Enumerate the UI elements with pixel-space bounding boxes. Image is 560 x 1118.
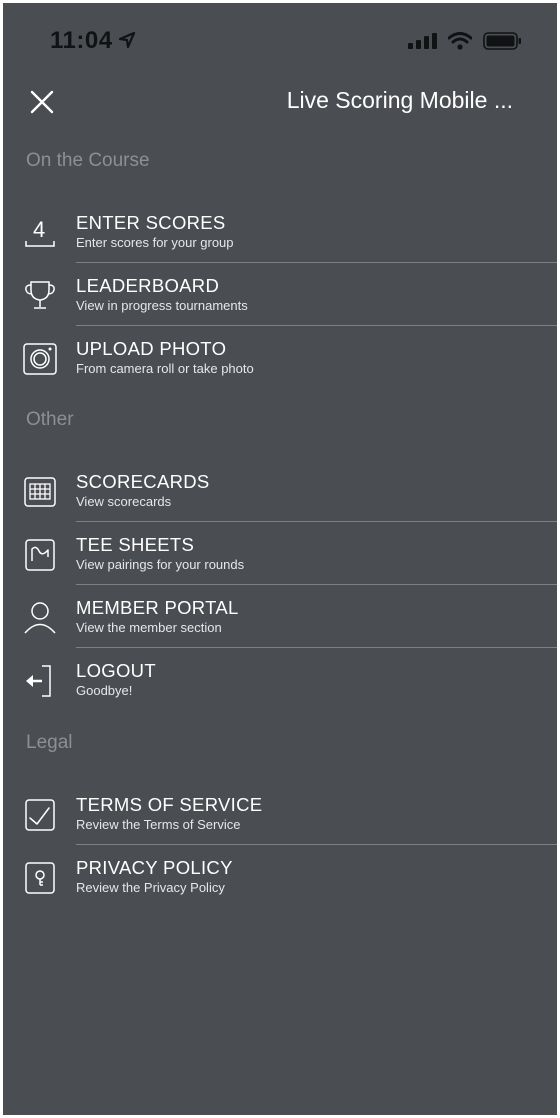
wifi-icon (447, 32, 473, 55)
section-header-on-the-course: On the Course (26, 150, 150, 171)
divider (76, 844, 557, 845)
menu-item-upload-photo[interactable]: UPLOAD PHOTO From camera roll or take ph… (3, 327, 557, 389)
divider (76, 521, 557, 522)
menu-item-subtitle: View pairings for your rounds (76, 557, 245, 572)
menu-item-title: SCORECARDS (76, 471, 210, 492)
close-icon (30, 90, 54, 114)
camera-icon (22, 341, 58, 377)
section-header-legal: Legal (26, 732, 73, 753)
page-title: Live Scoring Mobile ... (286, 87, 513, 113)
close-button[interactable] (25, 85, 59, 119)
terms-checkmark-icon (22, 797, 58, 833)
menu-item-logout[interactable]: LOGOUT Goodbye! (3, 649, 557, 711)
menu-item-member-portal[interactable]: MEMBER PORTAL View the member section (3, 586, 557, 648)
enter-scores-glyph: 4 (33, 217, 45, 242)
menu-item-title: LOGOUT (76, 660, 156, 681)
menu-item-subtitle: View scorecards (76, 494, 172, 509)
menu-item-enter-scores[interactable]: 4 ENTER SCORES Enter scores for your gro… (3, 201, 557, 263)
menu-item-subtitle: From camera roll or take photo (76, 361, 254, 376)
cellular-signal-icon (408, 33, 438, 54)
menu-item-leaderboard[interactable]: LEADERBOARD View in progress tournaments (3, 264, 557, 326)
section-header-other: Other (26, 409, 74, 430)
menu-item-title: PRIVACY POLICY (76, 857, 233, 878)
divider (76, 325, 557, 326)
location-arrow-icon (118, 31, 136, 54)
menu-item-subtitle: View in progress tournaments (76, 298, 248, 313)
privacy-lock-icon (22, 860, 58, 896)
menu-item-subtitle: Enter scores for your group (76, 235, 234, 250)
menu-item-scorecards[interactable]: SCORECARDS View scorecards (3, 460, 557, 522)
navigation-bar: Live Scoring Mobile ... (3, 75, 557, 127)
divider (76, 262, 557, 263)
menu-item-subtitle: View the member section (76, 620, 222, 635)
menu-item-title: MEMBER PORTAL (76, 597, 239, 618)
menu-item-subtitle: Review the Privacy Policy (76, 880, 225, 895)
menu-item-subtitle: Review the Terms of Service (76, 817, 241, 832)
menu-item-title: TERMS OF SERVICE (76, 794, 263, 815)
divider (76, 647, 557, 648)
menu-item-title: TEE SHEETS (76, 534, 195, 555)
menu-item-tee-sheets[interactable]: TEE SHEETS View pairings for your rounds (3, 523, 557, 585)
menu-item-title: UPLOAD PHOTO (76, 338, 227, 359)
tee-sheet-icon (22, 537, 58, 573)
menu-item-terms-of-service[interactable]: TERMS OF SERVICE Review the Terms of Ser… (3, 783, 557, 845)
divider (76, 584, 557, 585)
menu-item-subtitle: Goodbye! (76, 683, 133, 698)
user-icon (22, 600, 58, 636)
status-bar: 11:04 (3, 3, 557, 75)
menu-item-privacy-policy[interactable]: PRIVACY POLICY Review the Privacy Policy (3, 846, 557, 908)
menu-item-title: LEADERBOARD (76, 275, 220, 296)
battery-icon (483, 32, 523, 55)
trophy-icon (22, 278, 58, 314)
enter-scores-icon: 4 (22, 215, 58, 251)
app-screen: 11:04 Live Scoring Mobile ... On the Cou… (3, 3, 557, 1115)
scorecard-grid-icon (22, 474, 58, 510)
logout-icon (22, 663, 58, 699)
status-time: 11:04 (50, 27, 113, 54)
menu-item-title: ENTER SCORES (76, 212, 226, 233)
